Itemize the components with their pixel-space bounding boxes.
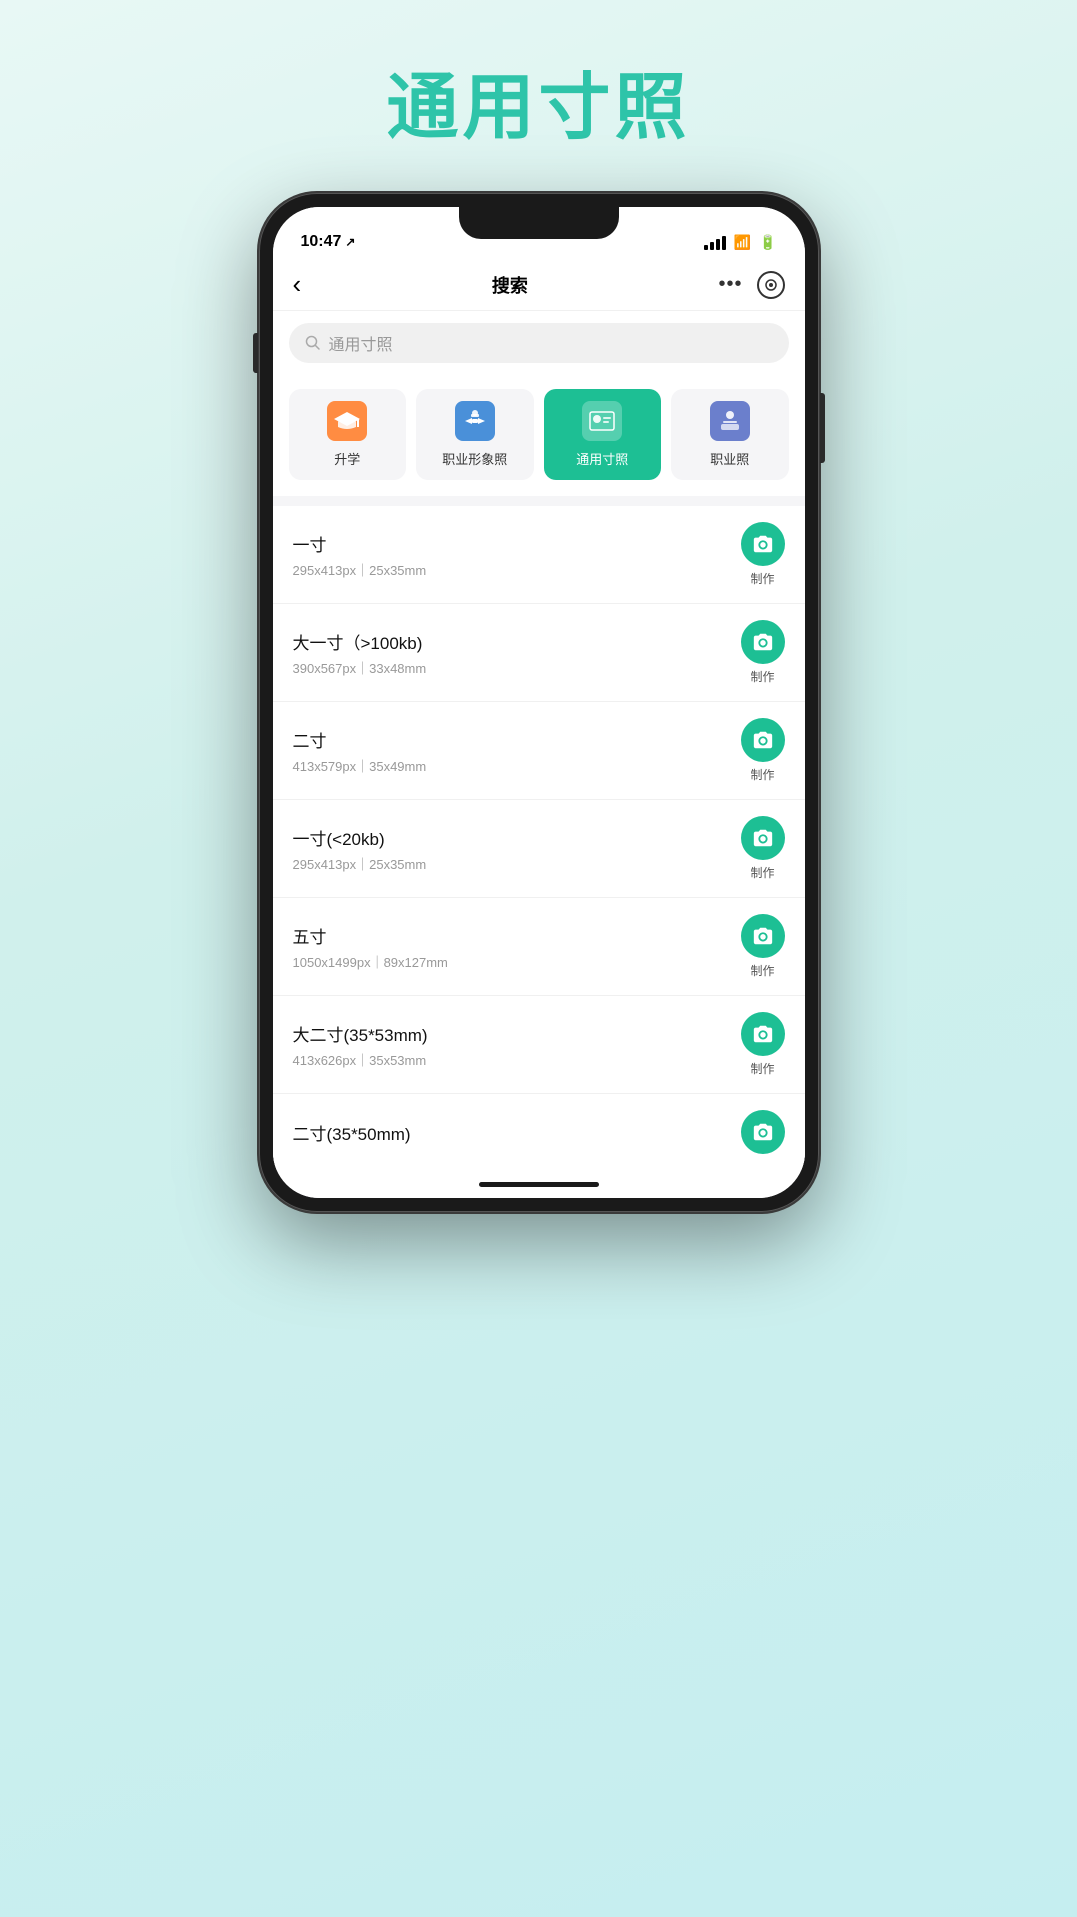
- person-svg: [717, 408, 743, 434]
- professional-icon-container: [455, 401, 495, 441]
- make-label: 制作: [750, 962, 774, 979]
- record-icon: [765, 279, 777, 291]
- photo-name: 一寸: [293, 531, 427, 556]
- list-item: 二寸 413x579px｜35x49mm 制作: [273, 702, 805, 800]
- photo-spec: 413x579px｜35x49mm: [293, 756, 427, 775]
- make-button-2[interactable]: 制作: [741, 718, 785, 783]
- make-label: 制作: [750, 864, 774, 881]
- camera-icon: [752, 827, 774, 849]
- photo-spec: 390x567px｜33x48mm: [293, 658, 427, 677]
- list-item: 一寸 295x413px｜25x35mm 制作: [273, 506, 805, 604]
- nav-bar: ‹ 搜索 •••: [273, 259, 805, 311]
- list-item-info: 一寸 295x413px｜25x35mm: [293, 531, 427, 579]
- list-item: 二寸(35*50mm): [273, 1094, 805, 1170]
- camera-icon: [752, 1023, 774, 1045]
- photo-name: 二寸(35*50mm): [293, 1120, 411, 1145]
- photo-name: 大二寸(35*53mm): [293, 1021, 428, 1046]
- status-time-text: 10:47: [301, 233, 342, 251]
- bow-tie-svg: [462, 408, 488, 434]
- category-label-tongyuncunzhao: 通用寸照: [576, 449, 628, 468]
- graduation-icon-container: [327, 401, 367, 441]
- camera-icon: [752, 925, 774, 947]
- home-bar: [479, 1182, 599, 1187]
- category-tabs: 升学 职业形象照: [273, 377, 805, 496]
- make-button-5[interactable]: 制作: [741, 1012, 785, 1077]
- make-btn-circle: [741, 1012, 785, 1056]
- photo-name: 五寸: [293, 923, 448, 948]
- wifi-icon: 📶: [734, 234, 751, 251]
- make-button-4[interactable]: 制作: [741, 914, 785, 979]
- make-label: 制作: [750, 1060, 774, 1077]
- list-item-info: 二寸(35*50mm): [293, 1120, 411, 1145]
- id-icon: [582, 401, 622, 441]
- camera-icon: [752, 533, 774, 555]
- battery-icon: 🔋: [759, 234, 776, 251]
- back-button[interactable]: ‹: [293, 269, 302, 300]
- make-label: 制作: [750, 570, 774, 587]
- category-tongyuncunzhao[interactable]: 通用寸照: [544, 389, 662, 480]
- more-dots[interactable]: •••: [718, 273, 742, 296]
- professional-icon: [455, 401, 495, 441]
- camera-icon: [752, 729, 774, 751]
- make-label: 制作: [750, 668, 774, 685]
- id-card-svg: [588, 409, 616, 433]
- photo-spec: 295x413px｜25x35mm: [293, 854, 427, 873]
- search-placeholder: 通用寸照: [329, 331, 393, 355]
- graduation-cap-svg: [334, 410, 360, 432]
- category-label-zhiyexingxiang: 职业形象照: [442, 449, 507, 468]
- nav-title: 搜索: [492, 272, 528, 298]
- signal-icon: [704, 236, 726, 250]
- make-btn-circle: [741, 1110, 785, 1154]
- circle-button[interactable]: [757, 271, 785, 299]
- category-label-shengxue: 升学: [334, 449, 360, 468]
- phone-screen: 10:47 ↗ 📶 🔋 ‹ 搜索 •••: [273, 207, 805, 1198]
- page-title: 通用寸照: [386, 48, 690, 153]
- id-icon-container: [582, 401, 622, 441]
- search-container: 通用寸照: [273, 311, 805, 377]
- search-icon: [305, 335, 321, 351]
- photo-spec: 413x626px｜35x53mm: [293, 1050, 428, 1069]
- graduation-icon: [327, 401, 367, 441]
- list-item-info: 二寸 413x579px｜35x49mm: [293, 727, 427, 775]
- make-button-1[interactable]: 制作: [741, 620, 785, 685]
- photo-name: 二寸: [293, 727, 427, 752]
- camera-icon: [752, 631, 774, 653]
- photo-list: 一寸 295x413px｜25x35mm 制作 大一寸（>100kb) 390: [273, 506, 805, 1170]
- make-btn-circle: [741, 816, 785, 860]
- phone-shell: 10:47 ↗ 📶 🔋 ‹ 搜索 •••: [259, 193, 819, 1212]
- list-item-info: 五寸 1050x1499px｜89x127mm: [293, 923, 448, 971]
- photo-spec: 295x413px｜25x35mm: [293, 560, 427, 579]
- make-btn-circle: [741, 718, 785, 762]
- make-button-6[interactable]: [741, 1110, 785, 1154]
- category-zhiyezhao[interactable]: 职业照: [671, 389, 789, 480]
- photo-spec: 1050x1499px｜89x127mm: [293, 952, 448, 971]
- photo-name: 一寸(<20kb): [293, 825, 427, 850]
- work-photo-icon: [710, 401, 750, 441]
- make-button-3[interactable]: 制作: [741, 816, 785, 881]
- search-bar[interactable]: 通用寸照: [289, 323, 789, 363]
- category-shengxue[interactable]: 升学: [289, 389, 407, 480]
- work-icon-container: [710, 401, 750, 441]
- location-icon: ↗: [345, 235, 355, 249]
- home-indicator: [273, 1170, 805, 1198]
- list-item: 五寸 1050x1499px｜89x127mm 制作: [273, 898, 805, 996]
- notch: [459, 207, 619, 239]
- photo-name: 大一寸（>100kb): [293, 629, 427, 654]
- list-item: 大二寸(35*53mm) 413x626px｜35x53mm 制作: [273, 996, 805, 1094]
- list-item-info: 大二寸(35*53mm) 413x626px｜35x53mm: [293, 1021, 428, 1069]
- list-item-info: 大一寸（>100kb) 390x567px｜33x48mm: [293, 629, 427, 677]
- camera-icon: [752, 1121, 774, 1143]
- make-btn-circle: [741, 522, 785, 566]
- make-btn-circle: [741, 620, 785, 664]
- make-btn-circle: [741, 914, 785, 958]
- make-button-0[interactable]: 制作: [741, 522, 785, 587]
- list-item: 一寸(<20kb) 295x413px｜25x35mm 制作: [273, 800, 805, 898]
- list-item: 大一寸（>100kb) 390x567px｜33x48mm 制作: [273, 604, 805, 702]
- category-zhiyexingxiang[interactable]: 职业形象照: [416, 389, 534, 480]
- category-label-zhiyezhao: 职业照: [710, 449, 749, 468]
- make-label: 制作: [750, 766, 774, 783]
- list-item-info: 一寸(<20kb) 295x413px｜25x35mm: [293, 825, 427, 873]
